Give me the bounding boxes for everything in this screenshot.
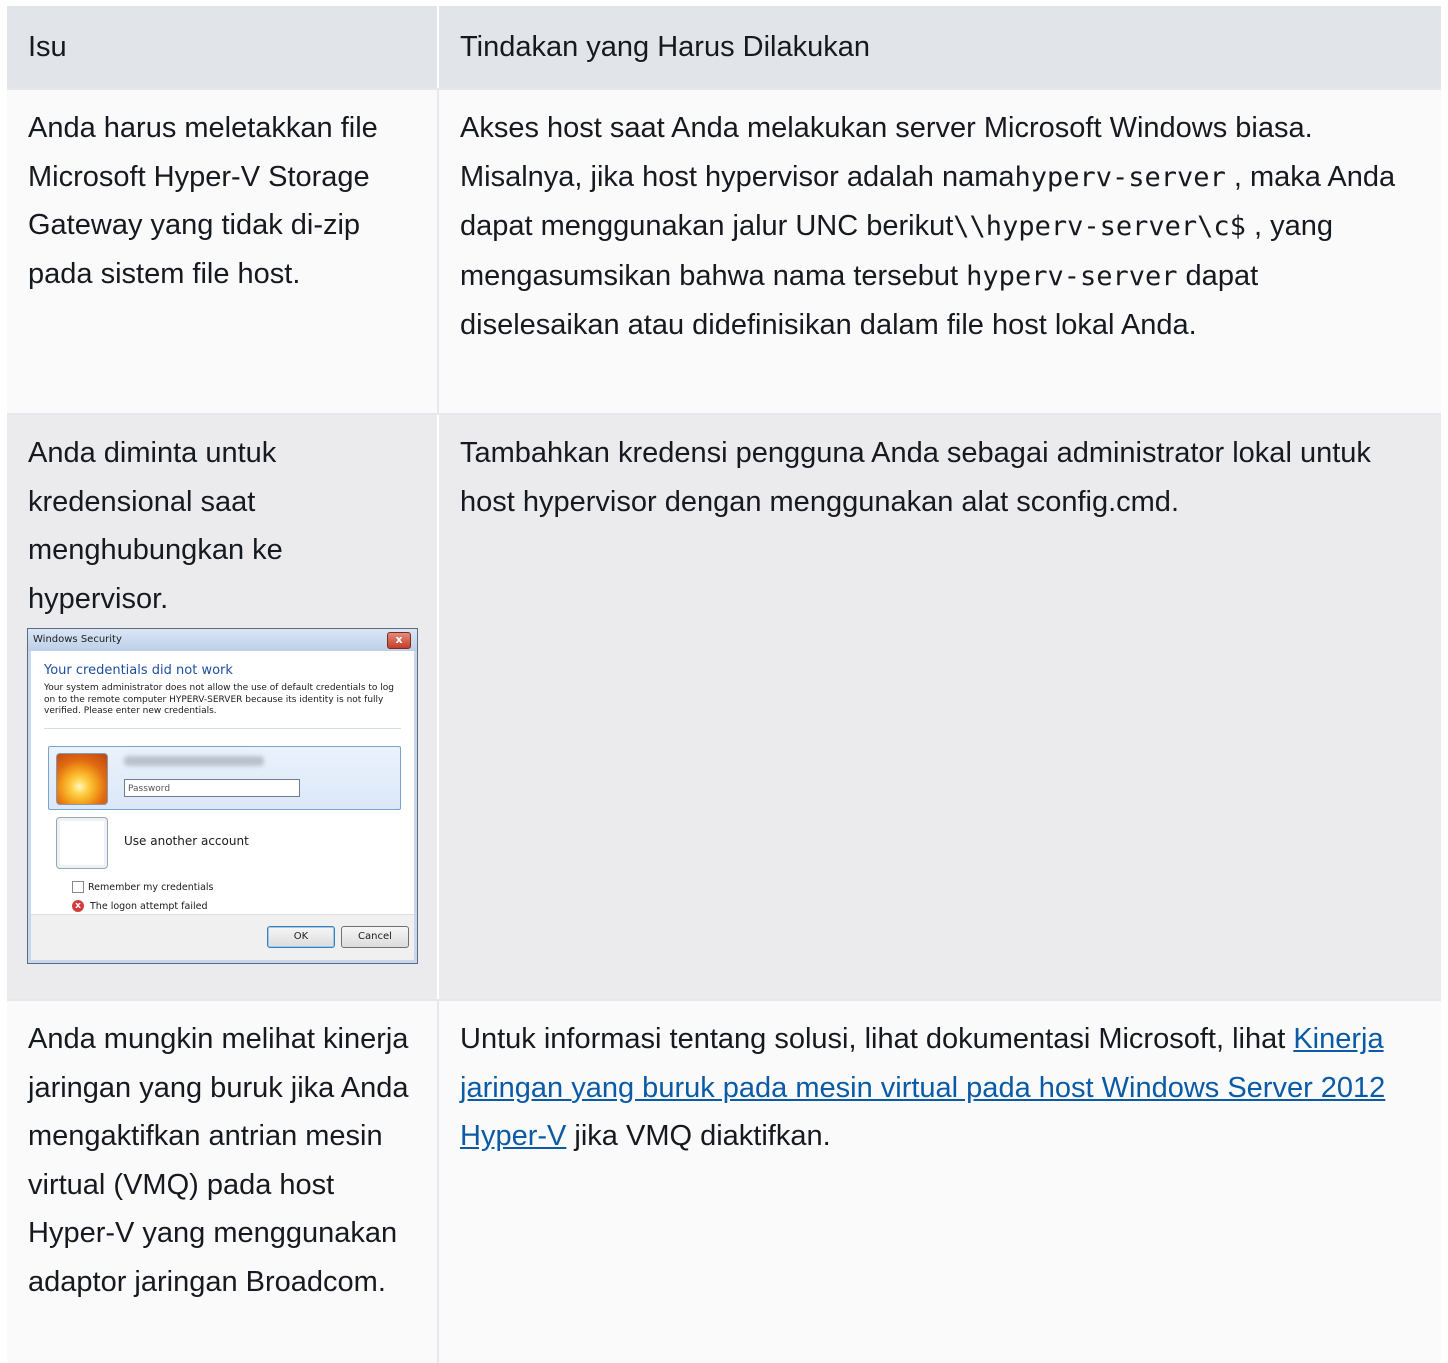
dialog-heading: Your credentials did not work [44, 663, 233, 678]
error-text: The logon attempt failed [90, 900, 208, 912]
table-row: Anda harus meletakkan file Microsoft Hyp… [7, 88, 1441, 413]
close-icon: x [387, 632, 411, 649]
blank-user-icon [56, 817, 108, 869]
dialog-title: Windows Security [33, 634, 122, 645]
table-header: Isu Tindakan yang Harus Dilakukan [7, 6, 1441, 88]
header-issue: Isu [7, 6, 439, 88]
password-field: Password [124, 779, 300, 797]
code-hostname: hyperv-server [1014, 161, 1226, 193]
use-another-account: Use another account [124, 834, 249, 848]
credential-tile-selected: Password [48, 746, 401, 810]
dialog-message: Your system administrator does not allow… [44, 683, 394, 716]
user-avatar-icon [56, 753, 108, 805]
issue-cell: Anda mungkin melihat kinerja jaringan ya… [7, 1001, 439, 1363]
dialog-titlebar: Windows Security x [28, 629, 417, 651]
cancel-button: Cancel [341, 926, 409, 948]
checkbox-icon [72, 881, 84, 893]
action-cell: Akses host saat Anda melakukan server Mi… [439, 90, 1441, 413]
remember-label: Remember my credentials [88, 881, 214, 893]
table-row: Anda mungkin melihat kinerja jaringan ya… [7, 999, 1441, 1363]
error-icon: x [72, 900, 84, 912]
code-unc-path: \\hyperv-server\c$ [953, 211, 1246, 242]
ok-button: OK [267, 926, 335, 948]
issue-cell: Anda harus meletakkan file Microsoft Hyp… [7, 90, 439, 413]
action-cell: Untuk informasi tentang solusi, lihat do… [439, 1001, 1441, 1363]
error-row: x The logon attempt failed [72, 900, 208, 912]
dialog-body: Your credentials did not work Your syste… [31, 651, 414, 915]
divider [44, 728, 401, 729]
blurred-username [124, 756, 264, 766]
dialog-footer: OK Cancel [31, 914, 414, 960]
header-action: Tindakan yang Harus Dilakukan [460, 31, 870, 63]
windows-security-dialog-screenshot: Windows Security x Your credentials did … [27, 628, 418, 964]
action-text: jika VMQ diaktifkan. [566, 1120, 831, 1152]
action-cell: Tambahkan kredensi pengguna Anda sebagai… [460, 437, 1371, 518]
remember-credentials-row: Remember my credentials [72, 881, 214, 893]
code-hostname: hyperv-server [966, 260, 1178, 292]
action-text: Untuk informasi tentang solusi, lihat do… [460, 1023, 1294, 1055]
